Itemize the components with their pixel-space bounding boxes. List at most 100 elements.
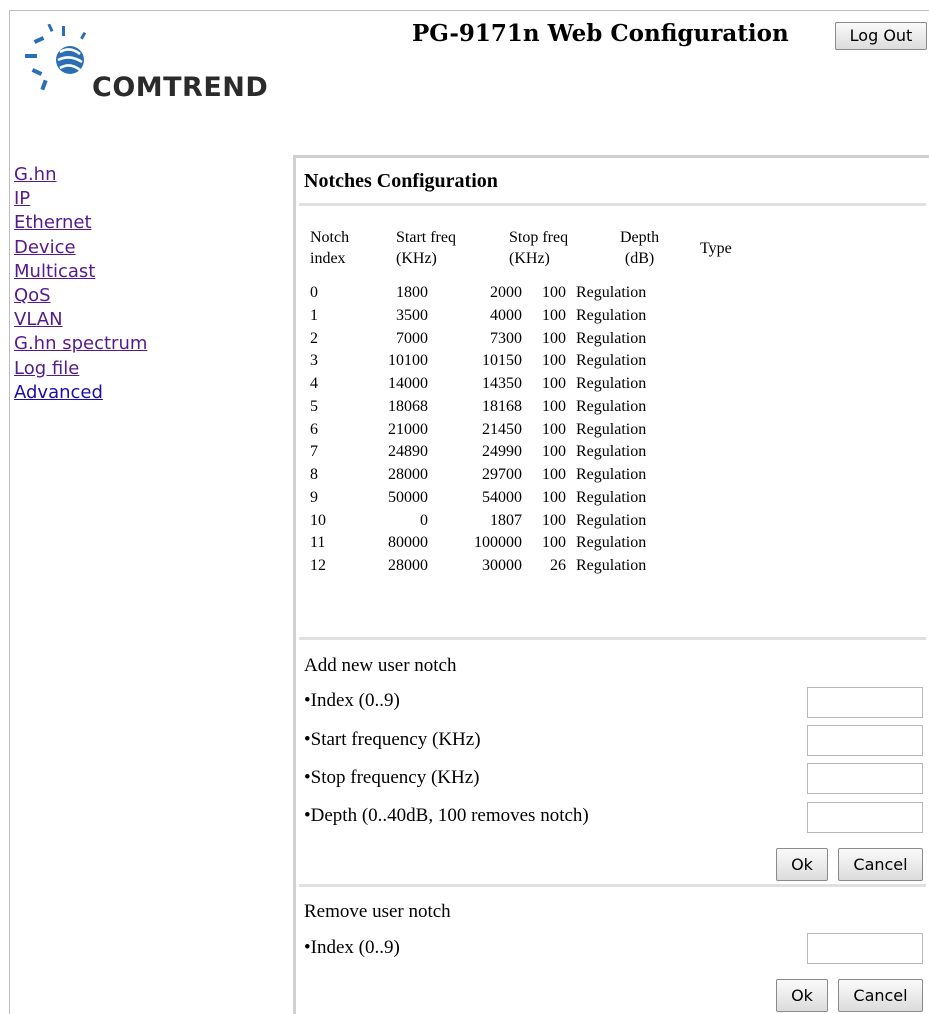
add-cancel-button[interactable]: Cancel — [838, 848, 923, 881]
cell-type: Regulation — [576, 466, 647, 483]
cell-stop-freq: 2000 — [490, 284, 522, 301]
table-row: 5 18068 18168 100 Regulation — [310, 396, 690, 418]
page-title: PG-9171n Web Configuration — [412, 20, 789, 47]
table-row: 1 3500 4000 100 Regulation — [310, 305, 690, 327]
add-start-freq-input[interactable] — [807, 725, 923, 756]
sidebar-item-multicast[interactable]: Multicast — [14, 260, 147, 284]
add-depth-input[interactable] — [807, 802, 923, 833]
divider — [299, 203, 926, 206]
cell-start-freq: 14000 — [388, 375, 428, 392]
col-header-start-line1: Start freq — [396, 229, 456, 246]
cell-stop-freq: 14350 — [482, 375, 522, 392]
cell-type: Regulation — [576, 397, 647, 415]
cell-type: Regulation — [576, 557, 647, 574]
add-stop-freq-input[interactable] — [807, 763, 923, 794]
cell-depth: 100 — [542, 443, 566, 461]
cell-index: 10 — [310, 511, 326, 529]
cell-start-freq: 7000 — [396, 329, 428, 347]
cell-type: Regulation — [576, 352, 647, 370]
cell-start-freq: 18068 — [388, 397, 428, 415]
cell-index: 0 — [310, 284, 318, 301]
cell-index: 5 — [310, 397, 318, 415]
frame-top-border — [9, 10, 929, 11]
col-header-index: Notch index — [310, 227, 349, 269]
cell-stop-freq: 54000 — [482, 488, 522, 506]
col-header-index-line1: Notch — [310, 229, 350, 246]
cell-stop-freq: 21450 — [482, 420, 522, 438]
col-header-start-line2: (KHz) — [396, 250, 437, 267]
remove-notch-title: Remove user notch — [304, 901, 451, 922]
cell-index: 1 — [310, 306, 318, 324]
sidebar-item-log-file[interactable]: Log file — [14, 357, 147, 381]
col-header-depth: Depth (dB) — [620, 227, 659, 269]
panel-heading: Notches Configuration — [304, 170, 498, 192]
sidebar-item-ghn-spectrum[interactable]: G.hn spectrum — [14, 332, 147, 356]
cell-start-freq: 28000 — [388, 466, 428, 483]
cell-type: Regulation — [576, 534, 647, 552]
add-notch-title: Add new user notch — [304, 655, 457, 676]
table-row: 6 21000 21450 100 Regulation — [310, 419, 690, 441]
cell-type: Regulation — [576, 420, 647, 438]
cell-index: 11 — [310, 534, 326, 552]
add-index-label: •Index (0..9) — [304, 690, 400, 711]
add-depth-label: •Depth (0..40dB, 100 removes notch) — [304, 805, 589, 826]
add-stop-label: •Stop frequency (KHz) — [304, 767, 480, 788]
cell-depth: 100 — [542, 306, 566, 324]
cell-stop-freq: 18168 — [482, 397, 522, 415]
sidebar-item-ghn[interactable]: G.hn — [14, 163, 147, 187]
cell-depth: 100 — [542, 284, 566, 301]
col-header-depth-line2: (dB) — [624, 250, 655, 267]
cell-depth: 100 — [542, 488, 566, 506]
cell-index: 4 — [310, 375, 318, 392]
logout-button[interactable]: Log Out — [835, 22, 927, 50]
table-row: 0 1800 2000 100 Regulation — [310, 282, 690, 304]
table-row: 4 14000 14350 100 Regulation — [310, 373, 690, 395]
remove-index-label: •Index (0..9) — [304, 937, 400, 958]
table-row: 2 7000 7300 100 Regulation — [310, 328, 690, 350]
sidebar-item-advanced[interactable]: Advanced — [14, 381, 147, 405]
cell-depth: 100 — [542, 329, 566, 347]
remove-index-input[interactable] — [807, 933, 923, 964]
col-header-stop: Stop freq (KHz) — [509, 227, 568, 269]
table-row: 3 10100 10150 100 Regulation — [310, 350, 690, 372]
cell-type: Regulation — [576, 488, 647, 506]
divider — [299, 884, 926, 887]
remove-cancel-button[interactable]: Cancel — [838, 979, 923, 1012]
cell-index: 7 — [310, 443, 318, 461]
cell-start-freq: 1800 — [396, 284, 428, 301]
add-index-input[interactable] — [807, 687, 923, 718]
sidebar-item-ip[interactable]: IP — [14, 187, 147, 211]
sidebar-item-qos[interactable]: QoS — [14, 284, 147, 308]
cell-index: 2 — [310, 329, 318, 347]
cell-stop-freq: 30000 — [482, 557, 522, 574]
sidebar-item-ethernet[interactable]: Ethernet — [14, 211, 147, 235]
cell-depth: 100 — [542, 534, 566, 552]
col-header-start: Start freq (KHz) — [396, 227, 456, 269]
cell-depth: 100 — [542, 375, 566, 392]
notches-panel: Notches Configuration Notch index Start … — [293, 155, 929, 1014]
table-row: 7 24890 24990 100 Regulation — [310, 441, 690, 463]
cell-type: Regulation — [576, 306, 647, 324]
sidebar-item-device[interactable]: Device — [14, 236, 147, 260]
sidebar-item-vlan[interactable]: VLAN — [14, 308, 147, 332]
cell-start-freq: 3500 — [396, 306, 428, 324]
divider — [299, 637, 926, 640]
cell-depth: 100 — [542, 466, 566, 483]
add-ok-button[interactable]: Ok — [776, 848, 828, 881]
cell-stop-freq: 24990 — [482, 443, 522, 461]
cell-type: Regulation — [576, 284, 647, 301]
cell-index: 9 — [310, 488, 318, 506]
remove-ok-button[interactable]: Ok — [776, 979, 828, 1012]
cell-type: Regulation — [576, 329, 647, 347]
cell-stop-freq: 10150 — [482, 352, 522, 370]
cell-start-freq: 28000 — [388, 557, 428, 574]
cell-depth: 26 — [550, 557, 566, 574]
cell-depth: 100 — [542, 420, 566, 438]
cell-stop-freq: 100000 — [474, 534, 522, 552]
cell-index: 6 — [310, 420, 318, 438]
cell-start-freq: 24890 — [388, 443, 428, 461]
table-row: 12 28000 30000 26 Regulation — [310, 555, 690, 577]
cell-index: 12 — [310, 557, 326, 574]
brand-name: COMTREND — [92, 72, 269, 103]
add-start-label: •Start frequency (KHz) — [304, 729, 481, 750]
